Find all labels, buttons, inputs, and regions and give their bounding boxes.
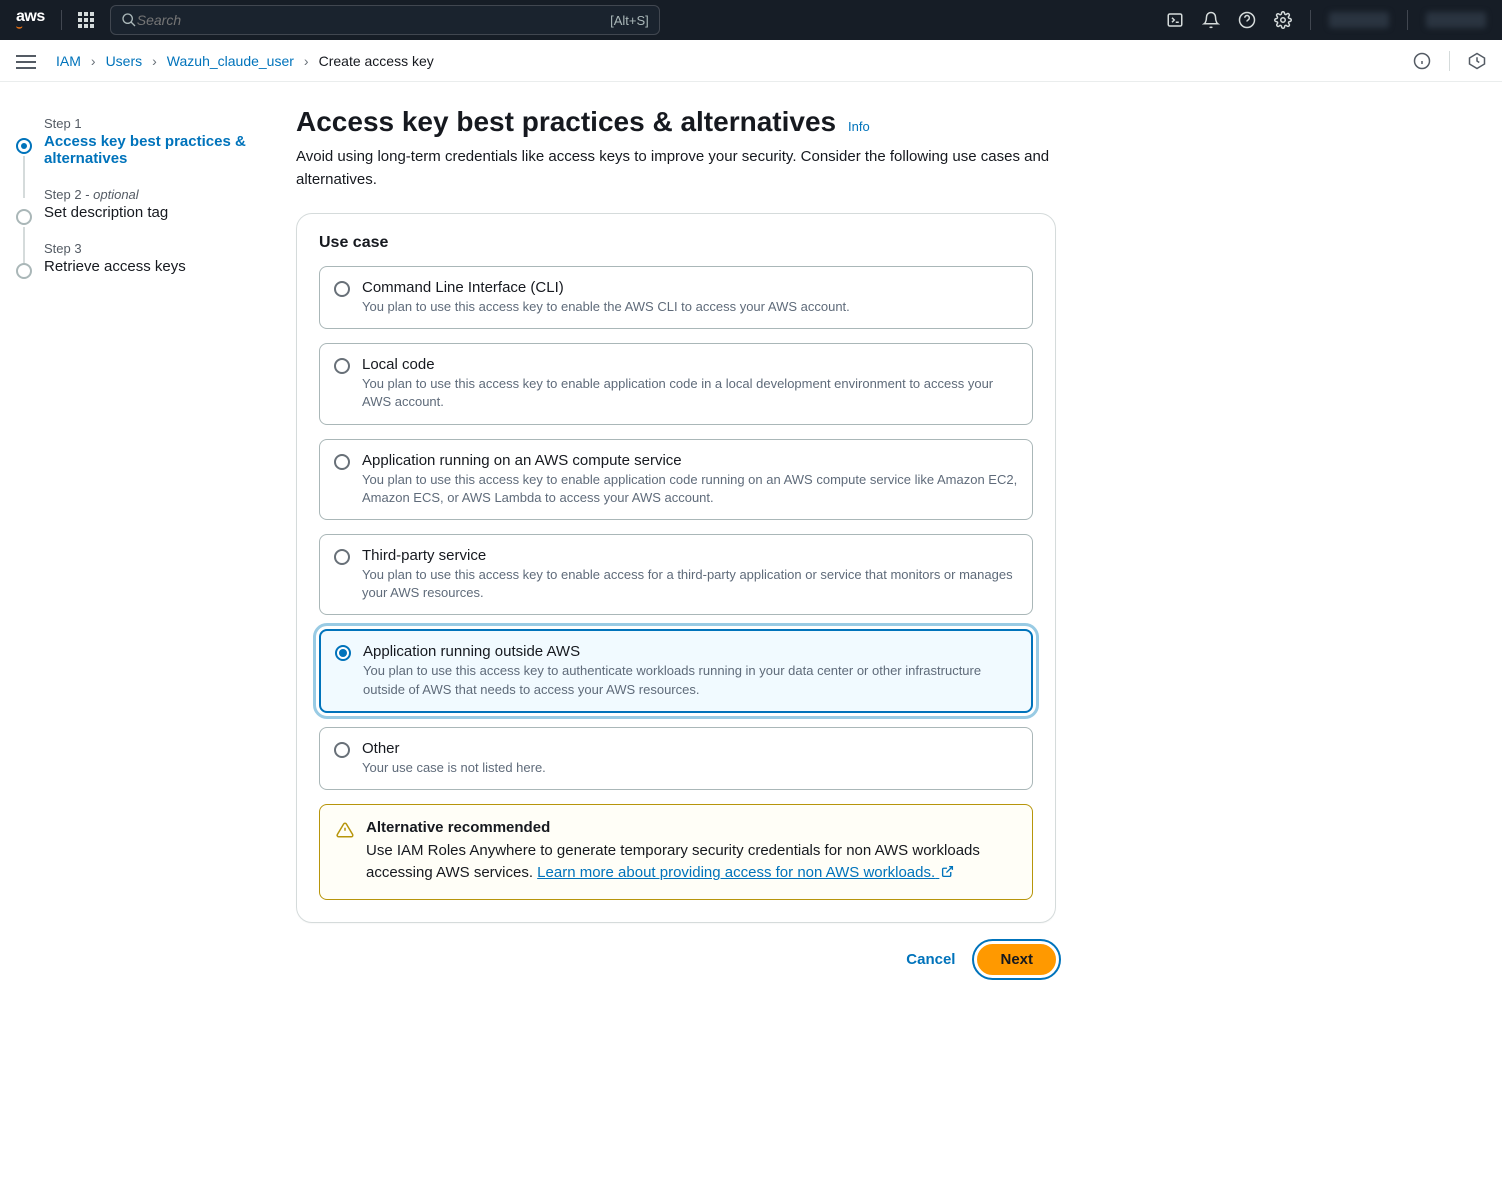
option-description: You plan to use this access key to enabl… (362, 566, 1018, 602)
step-number: Step 3 (44, 241, 256, 256)
notifications-icon[interactable] (1202, 11, 1220, 29)
chevron-right-icon: › (91, 53, 96, 69)
option-description: You plan to use this access key to authe… (363, 662, 1017, 698)
main-content: Access key best practices & alternatives… (296, 106, 1056, 976)
step-title: Set description tag (44, 204, 256, 221)
cancel-button[interactable]: Cancel (902, 943, 959, 976)
radio-icon (335, 645, 351, 661)
divider (61, 10, 62, 30)
options-group: Command Line Interface (CLI) You plan to… (319, 266, 1033, 790)
search-box[interactable]: [Alt+S] (110, 5, 660, 35)
clock-icon[interactable] (1468, 52, 1486, 70)
step-number: Step 1 (44, 116, 256, 131)
warning-icon (336, 821, 354, 839)
option-title: Other (362, 740, 546, 757)
top-nav: aws⌣ [Alt+S] (0, 0, 1502, 40)
use-case-panel: Use case Command Line Interface (CLI) Yo… (296, 213, 1056, 923)
search-shortcut: [Alt+S] (610, 13, 649, 28)
option-title: Third-party service (362, 547, 1018, 564)
option-title: Command Line Interface (CLI) (362, 279, 850, 296)
option-description: You plan to use this access key to enabl… (362, 298, 850, 316)
chevron-right-icon: › (152, 53, 157, 69)
breadcrumbs: IAM › Users › Wazuh_claude_user › Create… (56, 53, 434, 69)
info-link[interactable]: Info (848, 119, 870, 134)
breadcrumb-user[interactable]: Wazuh_claude_user (167, 53, 294, 69)
use-case-option[interactable]: Command Line Interface (CLI) You plan to… (319, 266, 1033, 329)
cloudshell-icon[interactable] (1166, 11, 1184, 29)
alert-link[interactable]: Learn more about providing access for no… (537, 864, 954, 881)
breadcrumb-iam[interactable]: IAM (56, 53, 81, 69)
radio-icon (334, 454, 350, 470)
step-dot-icon (16, 209, 32, 225)
search-icon (121, 12, 137, 28)
chevron-right-icon: › (304, 53, 309, 69)
step-title: Retrieve access keys (44, 258, 256, 275)
wizard-actions: Cancel Next (296, 943, 1056, 976)
panel-heading: Use case (319, 234, 1033, 252)
option-title: Application running outside AWS (363, 643, 1017, 660)
next-button[interactable]: Next (977, 944, 1056, 975)
breadcrumb-users[interactable]: Users (106, 53, 143, 69)
breadcrumb-current: Create access key (319, 53, 434, 69)
option-title: Local code (362, 356, 1018, 373)
option-description: You plan to use this access key to enabl… (362, 471, 1018, 507)
divider (1449, 51, 1450, 71)
step-2[interactable]: Step 2 - optional Set description tag (16, 187, 256, 221)
step-number: Step 2 - optional (44, 187, 256, 202)
services-grid-icon[interactable] (78, 12, 94, 28)
hamburger-icon[interactable] (16, 51, 36, 71)
radio-icon (334, 358, 350, 374)
page-title: Access key best practices & alternatives (296, 106, 836, 137)
use-case-option[interactable]: Application running outside AWS You plan… (319, 629, 1033, 712)
step-title: Access key best practices & alternatives (44, 133, 256, 167)
breadcrumb-bar: IAM › Users › Wazuh_claude_user › Create… (0, 40, 1502, 82)
radio-icon (334, 549, 350, 565)
radio-icon (334, 281, 350, 297)
topnav-right (1166, 10, 1486, 30)
settings-icon[interactable] (1274, 11, 1292, 29)
option-description: You plan to use this access key to enabl… (362, 375, 1018, 411)
alternative-alert: Alternative recommended Use IAM Roles An… (319, 804, 1033, 900)
search-input[interactable] (137, 12, 610, 28)
divider (1407, 10, 1408, 30)
aws-logo[interactable]: aws⌣ (16, 8, 45, 33)
info-circle-icon[interactable] (1413, 52, 1431, 70)
account-menu[interactable] (1426, 12, 1486, 28)
external-link-icon (941, 865, 954, 878)
use-case-option[interactable]: Application running on an AWS compute se… (319, 439, 1033, 520)
use-case-option[interactable]: Third-party service You plan to use this… (319, 534, 1033, 615)
option-description: Your use case is not listed here. (362, 759, 546, 777)
help-icon[interactable] (1238, 11, 1256, 29)
wizard-stepper: Step 1 Access key best practices & alter… (16, 106, 256, 976)
alert-title: Alternative recommended (366, 819, 1016, 836)
step-3[interactable]: Step 3 Retrieve access keys (16, 241, 256, 275)
region-selector[interactable] (1329, 12, 1389, 28)
radio-icon (334, 742, 350, 758)
page-description: Avoid using long-term credentials like a… (296, 146, 1056, 191)
alert-body: Use IAM Roles Anywhere to generate tempo… (366, 840, 1016, 885)
step-1[interactable]: Step 1 Access key best practices & alter… (16, 116, 256, 167)
use-case-option[interactable]: Local code You plan to use this access k… (319, 343, 1033, 424)
step-dot-icon (16, 138, 32, 154)
option-title: Application running on an AWS compute se… (362, 452, 1018, 469)
step-dot-icon (16, 263, 32, 279)
use-case-option[interactable]: Other Your use case is not listed here. (319, 727, 1033, 790)
divider (1310, 10, 1311, 30)
